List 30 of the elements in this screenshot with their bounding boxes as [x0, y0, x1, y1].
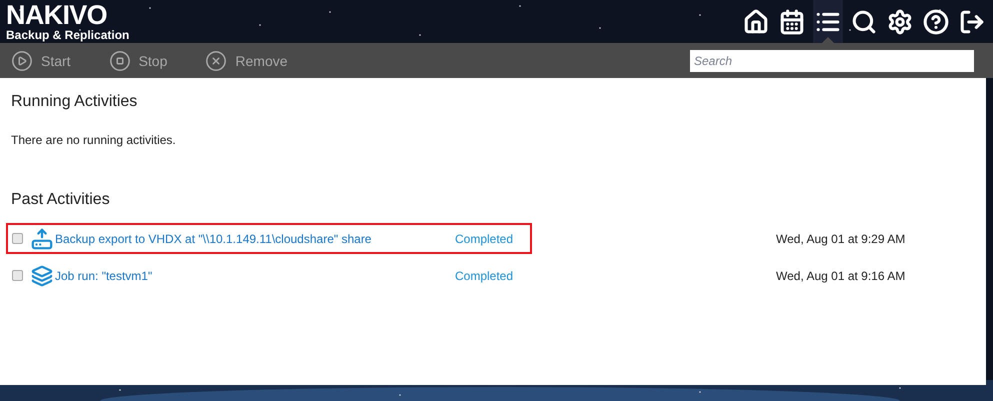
search-field[interactable]: Search — [690, 50, 974, 72]
settings-icon — [887, 8, 913, 34]
activity-time: Wed, Aug 01 at 9:16 AM — [776, 268, 906, 284]
home-icon — [743, 8, 769, 34]
drive-export-icon — [31, 228, 53, 250]
activity-row[interactable]: Job run: "testvm1" Completed Wed, Aug 01 at 9:16 AM — [6, 260, 932, 291]
row-checkbox[interactable] — [12, 233, 23, 244]
activity-link[interactable]: Backup export to VHDX at "\\10.1.149.11\cloudshare" share — [55, 230, 372, 248]
logout-icon — [959, 8, 985, 34]
logo-subtitle: Backup & Replication — [6, 29, 130, 41]
toolbar-button[interactable]: Start — [11, 50, 71, 72]
toolbar-button[interactable]: Remove — [205, 50, 288, 72]
activity-row[interactable]: Backup export to VHDX at "\\10.1.149.11\cloudshare" share Completed Wed, Aug 01 at 9:29 AM — [6, 223, 932, 254]
activity-link[interactable]: Job run: "testvm1" — [55, 266, 152, 284]
calendar-icon — [779, 8, 805, 34]
section-title: Past Activities — [11, 190, 111, 210]
layers-icon — [31, 264, 53, 286]
stop-icon — [108, 50, 131, 72]
toolbar-button[interactable]: Stop — [108, 50, 168, 72]
play-icon — [11, 50, 33, 72]
status-link[interactable]: Completed — [455, 230, 514, 248]
empty-message: There are no running activities. — [11, 132, 177, 149]
logo-title: NAKIVO — [6, 2, 108, 29]
activity-time: Wed, Aug 01 at 9:29 AM — [776, 230, 906, 248]
row-checkbox[interactable] — [12, 270, 23, 281]
status-link[interactable]: Completed — [455, 266, 514, 284]
help-icon — [923, 8, 949, 34]
section-title: Running Activities — [11, 92, 138, 112]
search-icon — [851, 8, 877, 34]
close-icon — [205, 50, 228, 72]
